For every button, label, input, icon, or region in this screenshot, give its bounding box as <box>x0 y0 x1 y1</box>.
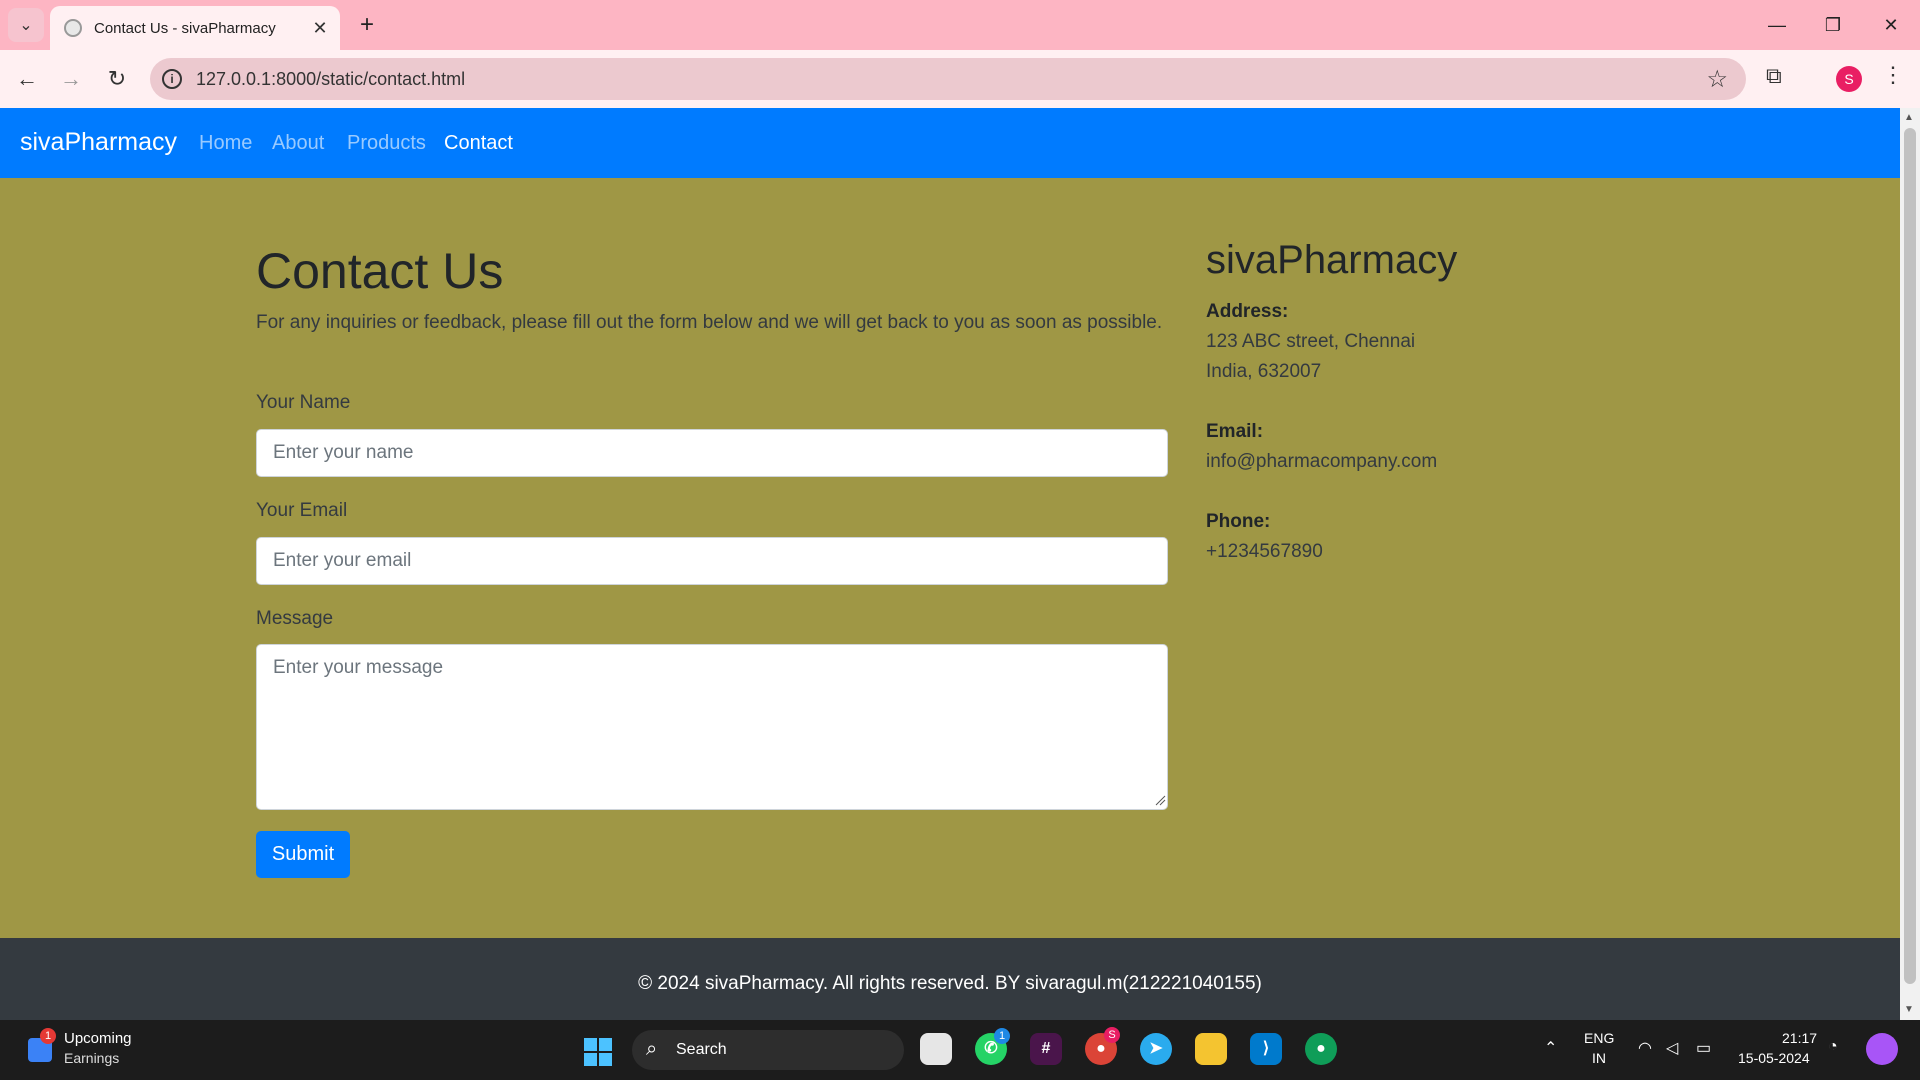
widget-subtitle: Earnings <box>64 1050 120 1066</box>
site-navbar: sivaPharmacy Home About Products Contact <box>0 108 1900 178</box>
url-text[interactable]: 127.0.0.1:8000/static/contact.html <box>196 69 465 90</box>
page-scrollbar[interactable]: ▲ ▼ <box>1900 108 1920 1020</box>
more-menu-icon[interactable]: ⋮ <box>1882 62 1904 88</box>
telegram-icon[interactable]: ➤ <box>1140 1033 1172 1065</box>
widget-title: Upcoming <box>64 1030 132 1047</box>
browser-tab-bar: ⌄ Contact Us - sivaPharmacy ✕ + — ❐ ✕ <box>0 0 1920 50</box>
email-contact-value: info@pharmacompany.com <box>1206 451 1438 472</box>
reload-icon[interactable]: ↻ <box>100 62 134 96</box>
taskbar-search[interactable]: ⌕ Search <box>632 1030 904 1070</box>
wifi-icon[interactable]: ◠ <box>1638 1038 1652 1058</box>
clock-date[interactable]: 15-05-2024 <box>1738 1050 1810 1066</box>
address-bar[interactable]: i 127.0.0.1:8000/static/contact.html ☆ <box>150 58 1746 100</box>
page-title: Contact Us <box>256 243 504 299</box>
slack-icon[interactable]: # <box>1030 1033 1062 1065</box>
address-line-2: India, 632007 <box>1206 361 1322 382</box>
search-icon: ⌕ <box>646 1038 658 1060</box>
chrome-icon[interactable]: ● <box>1305 1033 1337 1065</box>
name-input[interactable] <box>256 429 1168 477</box>
whatsapp-badge: 1 <box>994 1028 1010 1044</box>
language-line-2[interactable]: IN <box>1592 1050 1606 1066</box>
file-explorer-icon[interactable] <box>1195 1033 1227 1065</box>
chevron-down-icon: ⌄ <box>19 17 33 34</box>
battery-icon[interactable]: ▭ <box>1696 1038 1711 1058</box>
close-window-icon[interactable]: ✕ <box>1866 8 1916 42</box>
address-line-1: 123 ABC street, Chennai <box>1206 331 1416 352</box>
page-viewport: sivaPharmacy Home About Products Contact… <box>0 108 1900 1020</box>
scrollbar-thumb[interactable] <box>1904 128 1916 984</box>
taskbar-search-text: Search <box>676 1041 727 1058</box>
clock-time[interactable]: 21:17 <box>1782 1030 1817 1046</box>
nav-link-home[interactable]: Home <box>199 132 252 155</box>
extensions-icon[interactable]: ⧉ <box>1766 63 1782 89</box>
scroll-down-icon[interactable]: ▼ <box>1904 1004 1914 1015</box>
minimize-icon[interactable]: — <box>1752 8 1802 42</box>
browser-tab-active[interactable]: Contact Us - sivaPharmacy ✕ <box>50 6 340 50</box>
task-view-icon[interactable] <box>920 1033 952 1065</box>
new-tab-button[interactable]: + <box>352 10 382 40</box>
back-icon[interactable]: ← <box>10 62 44 96</box>
windows-taskbar: 1 Upcoming Earnings ⌕ Search ✆ 1 # ● S ➤… <box>0 1020 1920 1080</box>
tab-title: Contact Us - sivaPharmacy <box>94 19 276 37</box>
language-line-1[interactable]: ENG <box>1584 1030 1614 1046</box>
restore-icon[interactable]: ❐ <box>1808 8 1858 42</box>
message-textarea[interactable] <box>256 644 1168 810</box>
globe-icon <box>64 19 82 37</box>
windows-start-icon[interactable] <box>584 1038 612 1066</box>
star-icon[interactable]: ☆ <box>1706 65 1728 94</box>
profile-avatar[interactable]: S <box>1836 66 1862 92</box>
notification-bell-icon[interactable]: ◔ <box>1828 1038 1838 1056</box>
sidebar-brand: sivaPharmacy <box>1206 238 1458 282</box>
phone-value: +1234567890 <box>1206 541 1323 562</box>
resize-handle-icon[interactable] <box>1154 794 1166 806</box>
nav-link-products[interactable]: Products <box>347 132 426 155</box>
tab-search-button[interactable]: ⌄ <box>8 8 44 42</box>
close-icon[interactable]: ✕ <box>306 18 334 39</box>
submit-button[interactable]: Submit <box>256 831 350 878</box>
site-info-icon[interactable]: i <box>162 69 182 89</box>
forward-icon[interactable]: → <box>54 62 88 96</box>
vscode-icon[interactable]: ⟩ <box>1250 1033 1282 1065</box>
nav-link-about[interactable]: About <box>272 132 324 155</box>
address-label: Address: <box>1206 301 1289 322</box>
phone-label: Phone: <box>1206 511 1271 532</box>
message-label: Message <box>256 608 334 629</box>
volume-icon[interactable]: ◁ <box>1666 1038 1678 1058</box>
email-input[interactable] <box>256 537 1168 585</box>
copilot-icon[interactable] <box>1866 1033 1898 1065</box>
email-label: Your Email <box>256 500 348 521</box>
footer-text: © 2024 sivaPharmacy. All rights reserved… <box>638 973 1262 994</box>
chrome-profile-badge: S <box>1104 1027 1120 1043</box>
name-label: Your Name <box>256 392 351 413</box>
widget-badge: 1 <box>40 1028 56 1044</box>
intro-text: For any inquiries or feedback, please fi… <box>256 312 1163 333</box>
scroll-up-icon[interactable]: ▲ <box>1904 112 1914 123</box>
navbar-brand[interactable]: sivaPharmacy <box>20 128 177 157</box>
site-footer: © 2024 sivaPharmacy. All rights reserved… <box>0 938 1900 1020</box>
email-contact-label: Email: <box>1206 421 1264 442</box>
nav-link-contact[interactable]: Contact <box>444 132 513 155</box>
browser-toolbar: ← → ↻ i 127.0.0.1:8000/static/contact.ht… <box>0 50 1920 108</box>
chevron-up-icon[interactable]: ⌃ <box>1544 1038 1557 1058</box>
